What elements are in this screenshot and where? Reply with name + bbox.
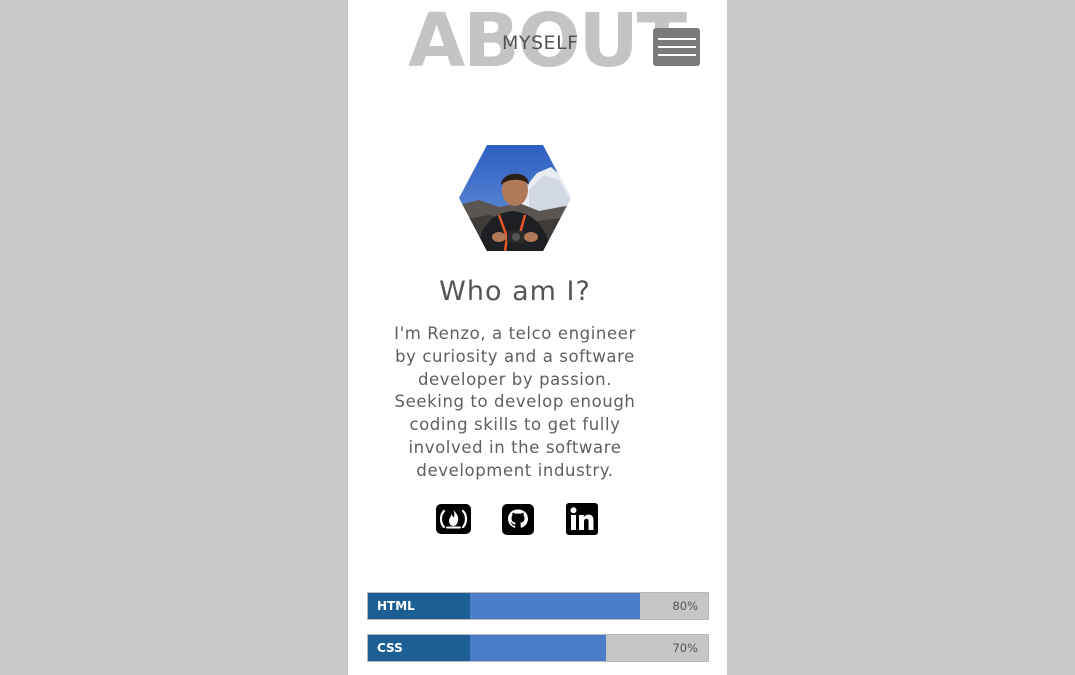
mobile-viewport: ABOUT MYSELF Who am I? I'm Renzo, a telc… bbox=[348, 0, 727, 675]
bio-text: I'm Renzo, a telco engineer by curiosity… bbox=[394, 324, 636, 480]
hamburger-icon-line bbox=[657, 46, 696, 48]
hamburger-icon-line bbox=[657, 54, 696, 56]
github-icon[interactable] bbox=[499, 502, 536, 536]
hero-title: MYSELF bbox=[502, 32, 579, 54]
freecodecamp-icon[interactable] bbox=[435, 502, 472, 536]
skill-label-html: HTML bbox=[368, 593, 470, 619]
avatar bbox=[459, 145, 571, 251]
social-links bbox=[435, 502, 600, 536]
skill-percent-html: 80% bbox=[672, 599, 698, 613]
linkedin-icon[interactable] bbox=[563, 502, 600, 536]
hamburger-icon bbox=[657, 38, 696, 40]
skill-fill-css bbox=[470, 635, 606, 661]
skill-bar-html: HTML 80% bbox=[367, 592, 709, 620]
hero-header: ABOUT MYSELF bbox=[348, 0, 727, 100]
section-heading: Who am I? bbox=[439, 276, 591, 307]
skill-label-css: CSS bbox=[368, 635, 470, 661]
avatar-photo bbox=[459, 145, 571, 251]
skill-bar-css: CSS 70% bbox=[367, 634, 709, 662]
skill-fill-html bbox=[470, 593, 640, 619]
skill-percent-css: 70% bbox=[672, 641, 698, 655]
menu-button[interactable] bbox=[653, 28, 700, 66]
